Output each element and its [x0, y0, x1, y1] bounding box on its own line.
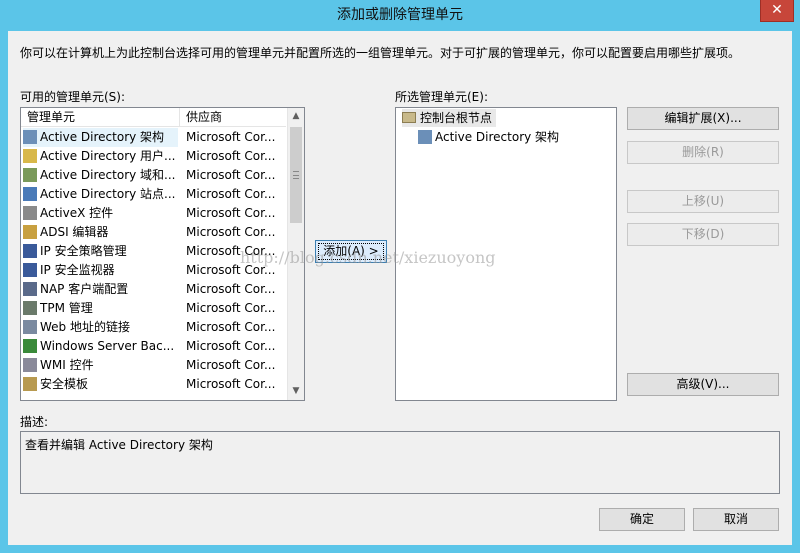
snapin-vendor: Microsoft Cor... [186, 282, 276, 296]
snapin-vendor: Microsoft Cor... [186, 301, 276, 315]
snapin-name: IP 安全监视器 [40, 263, 115, 277]
server-backup-icon [23, 339, 37, 353]
adsi-edit-icon [23, 225, 37, 239]
tree-node-console-root[interactable]: 控制台根节点 [402, 109, 497, 127]
snapin-name: Active Directory 域和... [40, 168, 176, 182]
dialog-client-area: 你可以在计算机上为此控制台选择可用的管理单元并配置所选的一组管理单元。对于可扩展… [8, 31, 792, 545]
snapin-name-cell: IP 安全监视器 [23, 261, 178, 280]
snapin-name-cell: Active Directory 架构 [23, 128, 178, 147]
snapin-vendor: Microsoft Cor... [186, 358, 276, 372]
snapin-name-cell: Windows Server Bac... [23, 337, 178, 356]
close-icon[interactable]: ✕ [760, 0, 794, 22]
nap-client-icon [23, 282, 37, 296]
column-header-name[interactable]: 管理单元 [21, 108, 180, 127]
available-snapins-label: 可用的管理单元(S): [20, 90, 126, 104]
domains-trusts-icon [23, 168, 37, 182]
snapin-name-cell: Active Directory 站点... [23, 185, 178, 204]
snapin-name: WMI 控件 [40, 358, 94, 372]
scroll-thumb[interactable] [290, 127, 302, 223]
snapin-vendor: Microsoft Cor... [186, 187, 276, 201]
snapin-name: Active Directory 站点... [40, 187, 176, 201]
snapin-name: NAP 客户端配置 [40, 282, 129, 296]
snapin-row[interactable]: Active Directory 用户... Microsoft Cor... [21, 147, 286, 166]
snapin-name: Web 地址的链接 [40, 320, 130, 334]
schema-icon [418, 130, 432, 144]
ipsec-monitor-icon [23, 263, 37, 277]
tpm-icon [23, 301, 37, 315]
edit-extensions-button[interactable]: 编辑扩展(X)... [627, 107, 779, 130]
snapin-vendor: Microsoft Cor... [186, 168, 276, 182]
description-text: 查看并编辑 Active Directory 架构 [25, 438, 213, 452]
description-label: 描述: [20, 415, 49, 429]
watermark-text: http://blog.csdn.net/xiezuoyong [240, 248, 496, 267]
schema-icon [23, 130, 37, 144]
snapin-row[interactable]: TPM 管理 Microsoft Cor... [21, 299, 286, 318]
snapin-vendor: Microsoft Cor... [186, 225, 276, 239]
tree-node-ad-schema[interactable]: Active Directory 架构 [418, 128, 559, 146]
add-remove-snapins-dialog: 添加或删除管理单元 ✕ 你可以在计算机上为此控制台选择可用的管理单元并配置所选的… [0, 0, 800, 553]
snapin-vendor: Microsoft Cor... [186, 339, 276, 353]
snapin-vendor: Microsoft Cor... [186, 149, 276, 163]
snapin-row[interactable]: Active Directory 架构 Microsoft Cor... [21, 128, 286, 147]
snapin-name-cell: Web 地址的链接 [23, 318, 178, 337]
cancel-button[interactable]: 取消 [693, 508, 779, 531]
snapin-name: 安全模板 [40, 377, 89, 391]
remove-button[interactable]: 删除(R) [627, 141, 779, 164]
snapin-name: Active Directory 架构 [40, 130, 165, 144]
intro-text: 你可以在计算机上为此控制台选择可用的管理单元并配置所选的一组管理单元。对于可扩展… [20, 46, 741, 60]
folder-icon [402, 112, 416, 123]
sites-services-icon [23, 187, 37, 201]
snapin-vendor: Microsoft Cor... [186, 206, 276, 220]
tree-node-label: 控制台根节点 [420, 111, 493, 125]
snapin-name-cell: WMI 控件 [23, 356, 178, 375]
ok-button[interactable]: 确定 [599, 508, 685, 531]
web-link-icon [23, 320, 37, 334]
snapin-name: TPM 管理 [40, 301, 93, 315]
snapin-name-cell: IP 安全策略管理 [23, 242, 178, 261]
snapin-name-cell: 安全模板 [23, 375, 178, 394]
scroll-down-icon[interactable]: ▼ [288, 383, 304, 400]
description-box: 查看并编辑 Active Directory 架构 [20, 431, 780, 494]
security-template-icon [23, 377, 37, 391]
snapin-vendor: Microsoft Cor... [186, 320, 276, 334]
snapin-name: Active Directory 用户... [40, 149, 176, 163]
scroll-up-icon[interactable]: ▲ [288, 108, 304, 125]
snapin-row[interactable]: Active Directory 域和... Microsoft Cor... [21, 166, 286, 185]
snapin-row[interactable]: NAP 客户端配置 Microsoft Cor... [21, 280, 286, 299]
snapin-row[interactable]: Active Directory 站点... Microsoft Cor... [21, 185, 286, 204]
wmi-icon [23, 358, 37, 372]
users-computers-icon [23, 149, 37, 163]
snapin-name-cell: TPM 管理 [23, 299, 178, 318]
column-header-vendor[interactable]: 供应商 [180, 108, 286, 127]
snapin-row[interactable]: ActiveX 控件 Microsoft Cor... [21, 204, 286, 223]
tree-node-label: Active Directory 架构 [435, 130, 560, 144]
snapin-name-cell: ActiveX 控件 [23, 204, 178, 223]
move-down-button[interactable]: 下移(D) [627, 223, 779, 246]
snapin-name-cell: NAP 客户端配置 [23, 280, 178, 299]
snapin-row[interactable]: Web 地址的链接 Microsoft Cor... [21, 318, 286, 337]
snapin-row[interactable]: WMI 控件 Microsoft Cor... [21, 356, 286, 375]
snapin-row[interactable]: Windows Server Bac... Microsoft Cor... [21, 337, 286, 356]
advanced-button[interactable]: 高级(V)... [627, 373, 779, 396]
snapin-name-cell: Active Directory 用户... [23, 147, 178, 166]
selected-snapins-label: 所选管理单元(E): [395, 90, 488, 104]
snapin-row[interactable]: ADSI 编辑器 Microsoft Cor... [21, 223, 286, 242]
move-up-button[interactable]: 上移(U) [627, 190, 779, 213]
snapin-vendor: Microsoft Cor... [186, 377, 276, 391]
snapin-row[interactable]: 安全模板 Microsoft Cor... [21, 375, 286, 394]
snapin-name-cell: ADSI 编辑器 [23, 223, 178, 242]
snapin-name: IP 安全策略管理 [40, 244, 127, 258]
snapin-name-cell: Active Directory 域和... [23, 166, 178, 185]
snapin-name: ActiveX 控件 [40, 206, 114, 220]
snapin-name: ADSI 编辑器 [40, 225, 109, 239]
ipsec-policy-icon [23, 244, 37, 258]
dialog-title: 添加或删除管理单元 [337, 7, 463, 23]
snapin-name: Windows Server Bac... [40, 339, 175, 353]
activex-icon [23, 206, 37, 220]
list-header: 管理单元 供应商 [21, 108, 286, 127]
snapin-vendor: Microsoft Cor... [186, 130, 276, 144]
